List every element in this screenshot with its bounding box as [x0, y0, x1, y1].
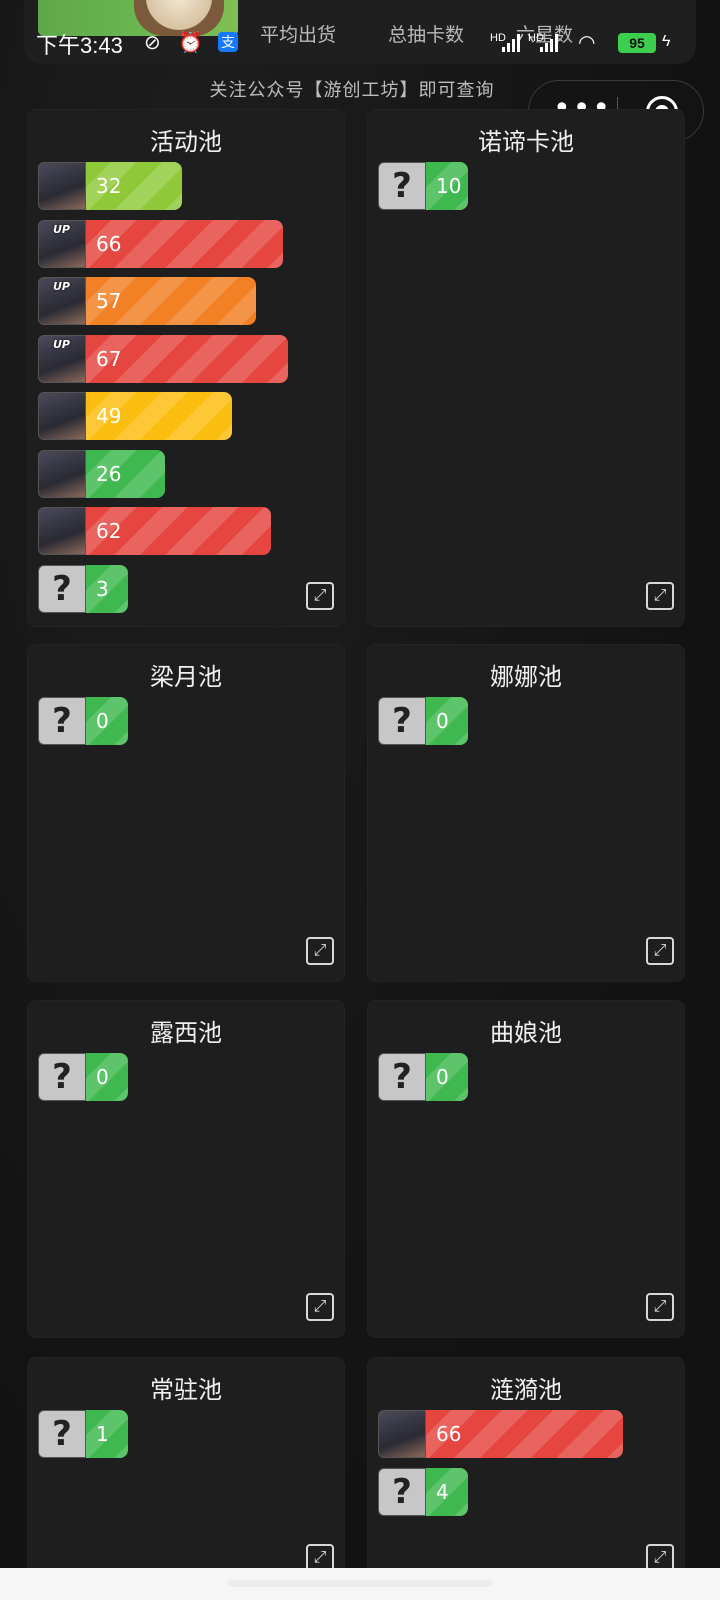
pool-card: 梁月池? 0 ⤢: [28, 645, 344, 981]
unknown-character-icon: ?: [38, 564, 86, 613]
unknown-character-icon: ?: [378, 162, 426, 210]
pity-count-value: 67: [96, 346, 122, 371]
pool-title: 娜娜池: [490, 663, 562, 691]
pity-count-bar: 57: [86, 277, 256, 325]
pool-card: 诺谛卡池? 10 ⤢: [368, 110, 684, 626]
unknown-character-icon: ?: [38, 1053, 86, 1101]
pity-count-bar: 0: [86, 697, 128, 745]
charging-icon: ϟ: [662, 33, 671, 50]
unknown-character-icon: ?: [38, 697, 86, 745]
battery-indicator: 95: [618, 33, 656, 53]
pity-count-value: 32: [96, 174, 122, 198]
pity-count-bar: 1: [86, 1410, 128, 1458]
expand-icon[interactable]: ⤢: [306, 937, 334, 965]
pool-title: 露西池: [150, 1019, 222, 1047]
character-portrait: UP: [38, 219, 86, 268]
pool-card: 活动池 32 UP 66 UP 57 UP 67 49 26 62? 3 ⤢: [28, 110, 344, 626]
pity-count-value: 0: [96, 709, 109, 733]
pity-count-value: 66: [436, 1422, 462, 1446]
pity-count-value: 57: [96, 289, 122, 313]
up-badge: UP: [53, 337, 70, 351]
character-portrait: [38, 392, 86, 440]
character-portrait: [38, 507, 86, 555]
home-indicator[interactable]: [228, 1580, 492, 1587]
wifi-icon: ◠: [578, 32, 596, 54]
character-portrait: [38, 162, 86, 210]
pity-count-bar: 3: [86, 564, 128, 613]
pool-title: 活动池: [150, 128, 222, 156]
character-portrait: [38, 449, 86, 498]
pity-count-value: 62: [96, 519, 122, 543]
pool-card: 曲娘池? 0 ⤢: [368, 1001, 684, 1337]
up-badge: UP: [53, 222, 70, 236]
pity-count-value: 10: [436, 174, 462, 198]
pool-card: 露西池? 0 ⤢: [28, 1001, 344, 1337]
unknown-character-icon: ?: [378, 1053, 426, 1101]
alarm-icon: ⏰: [178, 32, 203, 54]
expand-icon[interactable]: ⤢: [306, 1293, 334, 1321]
pity-count-bar: 4: [426, 1467, 468, 1516]
unknown-character-icon: ?: [378, 1467, 426, 1516]
expand-icon[interactable]: ⤢: [646, 1293, 674, 1321]
pity-count-bar: 32: [86, 162, 182, 210]
pity-count-value: 0: [96, 1065, 109, 1089]
character-portrait: UP: [38, 334, 86, 383]
unknown-character-icon: ?: [38, 1410, 86, 1458]
pity-count-bar: 66: [86, 219, 283, 268]
pity-count-value: 4: [436, 1479, 449, 1504]
expand-icon[interactable]: ⤢: [306, 582, 334, 610]
pool-title: 曲娘池: [490, 1019, 562, 1047]
signal-icon-2: [540, 34, 560, 52]
pool-card: 涟漪池 66? 4 ⤢: [368, 1358, 684, 1588]
up-badge: UP: [53, 280, 70, 293]
pool-title: 诺谛卡池: [478, 128, 574, 156]
pity-count-bar: 10: [426, 162, 468, 210]
pity-count-bar: 0: [426, 697, 468, 745]
pity-count-value: 49: [96, 404, 122, 428]
pity-count-value: 0: [436, 1065, 449, 1089]
alipay-icon: 支: [218, 32, 238, 52]
pity-count-value: 0: [436, 709, 449, 733]
status-time: 下午3:43: [36, 33, 123, 58]
pity-count-bar: 66: [426, 1410, 623, 1458]
pity-count-bar: 67: [86, 334, 288, 383]
pity-count-bar: 26: [86, 449, 165, 498]
pool-card: 娜娜池? 0 ⤢: [368, 645, 684, 981]
pity-count-value: 3: [96, 576, 109, 601]
pity-count-bar: 0: [86, 1053, 128, 1101]
pool-title: 梁月池: [150, 663, 222, 691]
pity-count-value: 1: [96, 1422, 109, 1446]
mute-icon: ⊘: [144, 32, 161, 54]
pool-title: 涟漪池: [490, 1376, 562, 1404]
expand-icon[interactable]: ⤢: [646, 582, 674, 610]
pity-count-bar: 0: [426, 1053, 468, 1101]
pity-count-bar: 62: [86, 507, 271, 555]
status-bar: 下午3:43 ⊘ ⏰ 支 HD HD ◠ 95 ϟ: [0, 24, 720, 60]
expand-icon[interactable]: ⤢: [646, 937, 674, 965]
signal-icon-1: [502, 34, 522, 52]
pity-count-value: 66: [96, 231, 122, 256]
character-portrait: UP: [38, 277, 86, 325]
pity-count-value: 26: [96, 461, 122, 486]
character-portrait: [378, 1410, 426, 1458]
pool-card: 常驻池? 1 ⤢: [28, 1358, 344, 1588]
unknown-character-icon: ?: [378, 697, 426, 745]
pity-count-bar: 49: [86, 392, 232, 440]
pool-title: 常驻池: [150, 1376, 222, 1404]
